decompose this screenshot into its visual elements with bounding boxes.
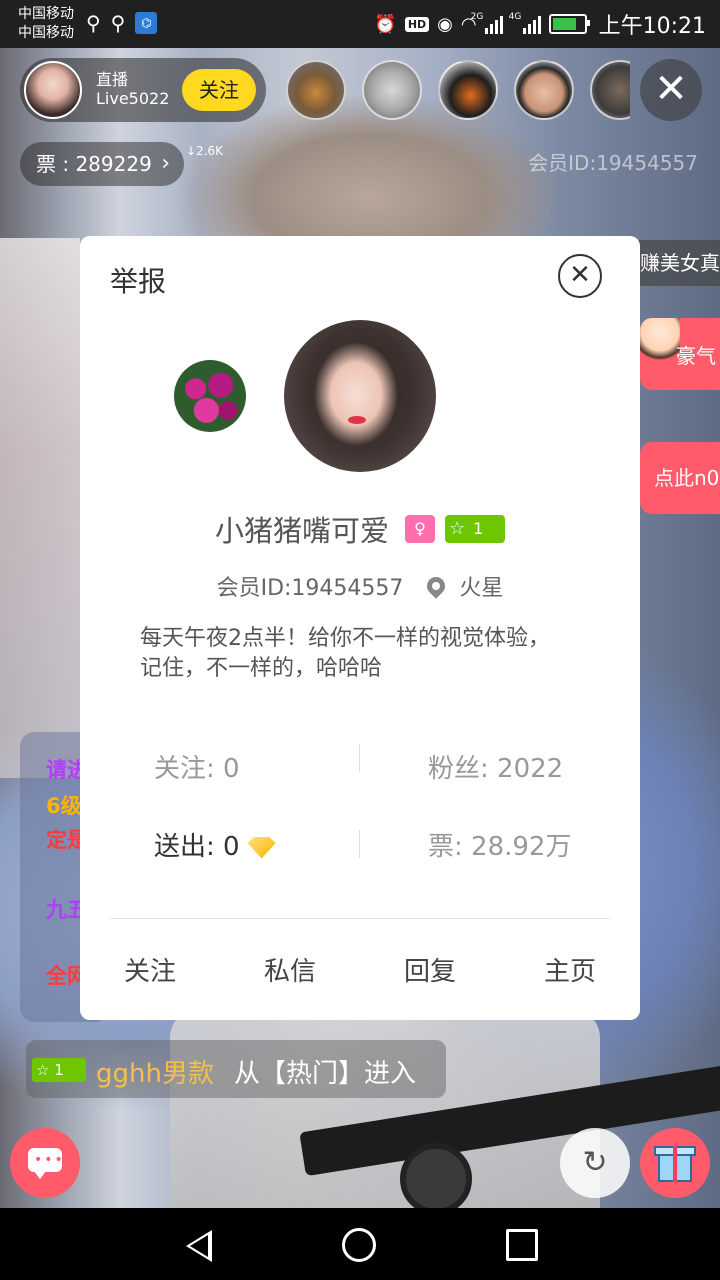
following-count[interactable]: 关注: 0 — [154, 748, 240, 785]
host-member-id: 会员ID:19454557 — [528, 151, 698, 175]
stat-divider — [359, 830, 360, 858]
status-left-icons: ⚲ ⚲ ⌬ — [86, 11, 158, 35]
home-icon[interactable] — [342, 1228, 376, 1262]
level-badge: ☆ 1 — [445, 515, 505, 543]
eye-comfort-icon: ◉ — [437, 13, 453, 35]
female-icon: ♀ — [405, 515, 435, 543]
received-tickets: 票: 28.92万 — [428, 832, 572, 862]
nickname-row: 小猪猪嘴可爱 ♀ ☆ 1 — [80, 508, 640, 548]
user-nickname: 小猪猪嘴可爱 — [214, 514, 389, 548]
carrier-2: 中国移动 — [18, 25, 74, 41]
follow-host-button[interactable]: 关注 — [182, 69, 256, 111]
follow-user-button[interactable]: 关注 — [90, 952, 210, 992]
chat-button[interactable]: ••• — [10, 1128, 80, 1198]
stat-divider — [359, 744, 360, 772]
report-button[interactable]: 举报 — [110, 260, 166, 300]
viewer-avatar[interactable] — [590, 60, 630, 120]
host-name: 直播Live5022 — [96, 70, 170, 108]
system-nav-bar — [0, 1208, 720, 1280]
entry-level-number: 1 — [54, 1061, 64, 1079]
star-icon: ☆ — [449, 518, 466, 539]
homepage-button[interactable]: 主页 — [510, 952, 630, 992]
recent-apps-icon[interactable] — [506, 1229, 538, 1261]
gift-button[interactable] — [640, 1128, 710, 1198]
share-icon[interactable]: ↻ — [560, 1128, 630, 1198]
reply-button[interactable]: 回复 — [370, 952, 490, 992]
viewer-avatar[interactable] — [438, 60, 498, 120]
close-icon[interactable]: ✕ — [558, 254, 602, 298]
level-number: 1 — [473, 519, 484, 538]
sent-gifts-count: 送出: 0 — [154, 826, 276, 863]
divider — [110, 918, 610, 919]
usb-icon: ⚲ — [86, 11, 101, 35]
back-icon[interactable] — [186, 1230, 212, 1262]
user-profile-dialog: 举报 ✕ 小猪猪嘴可爱 ♀ ☆ 1 会员ID:19454557 火星 每天午夜2点… — [80, 236, 640, 1020]
viewer-avatar[interactable] — [514, 60, 574, 120]
hanging-clothes — [0, 238, 80, 778]
scrolling-ad-banner[interactable]: 赚美女真 — [628, 240, 720, 286]
mic-stand-knob — [400, 1143, 472, 1215]
location-pin-icon — [423, 573, 450, 599]
host-info-pill[interactable]: 直播Live5022 关注 — [20, 58, 266, 122]
click-here-promo-button[interactable]: 点此n0 — [640, 442, 720, 514]
net-2g-label: 2G — [470, 12, 484, 22]
host-avatar[interactable] — [24, 61, 82, 119]
sent-count-text: 送出: 0 — [154, 832, 240, 862]
viewer-avatar-list[interactable] — [286, 60, 630, 120]
chat-line: 6级 — [46, 794, 82, 818]
carrier-labels: 中国移动 中国移动 — [18, 5, 74, 43]
diamond-icon — [247, 836, 276, 859]
user-bio: 每天午夜2点半！给你不一样的视觉体验，记住，不一样的，哈哈哈 — [140, 626, 550, 681]
hd-icon: HD — [404, 16, 430, 32]
guardian-avatar[interactable] — [174, 360, 246, 432]
status-bar: 中国移动 中国移动 ⚲ ⚲ ⌬ ⏰ HD ◉ ◠ 2G 4G 上午10:21 — [0, 0, 720, 48]
ticket-count-pill[interactable]: 票 : 289229 › — [20, 142, 184, 186]
status-right-icons: ⏰ HD ◉ ◠ 2G 4G 上午10:21 — [374, 0, 706, 48]
haoqi-promo-button[interactable]: 豪气 — [640, 318, 720, 390]
user-avatar[interactable] — [284, 320, 436, 472]
carrier-1: 中国移动 — [18, 6, 74, 22]
ticket-count: 票 : 289229 — [36, 152, 152, 176]
haoqi-label: 豪气 — [676, 344, 716, 368]
entry-text: 从【热门】进入 — [234, 1059, 417, 1089]
usb-debug-icon: ⚲ — [110, 11, 126, 35]
app-notification-icon: ⌬ — [135, 12, 158, 34]
battery-icon — [548, 14, 590, 34]
entry-username[interactable]: gghh男款 — [96, 1053, 214, 1090]
alarm-icon: ⏰ — [374, 13, 397, 35]
user-location: 火星 — [459, 576, 504, 601]
chevron-right-icon: › — [161, 151, 170, 176]
signal-4g-icon: 4G — [509, 12, 541, 34]
id-location-row: 会员ID:19454557 火星 — [80, 570, 640, 602]
viewer-avatar[interactable] — [286, 60, 346, 120]
entry-level-badge: ☆ 1 — [32, 1058, 86, 1082]
private-message-button[interactable]: 私信 — [230, 952, 350, 992]
rank-delta: ↓2.6K — [186, 144, 224, 158]
net-4g-label: 4G — [508, 12, 522, 22]
signal-2g-icon: 2G — [471, 12, 503, 34]
viewer-avatar[interactable] — [362, 60, 422, 120]
clock: 上午10:21 — [598, 14, 706, 39]
close-icon[interactable]: ✕ — [640, 59, 702, 121]
user-entry-notice: ☆ 1 gghh男款 从【热门】进入 — [26, 1040, 446, 1098]
user-member-id: 会员ID:19454557 — [216, 576, 404, 601]
cartoon-girl-icon — [640, 318, 680, 368]
fans-count[interactable]: 粉丝: 2022 — [428, 748, 563, 785]
